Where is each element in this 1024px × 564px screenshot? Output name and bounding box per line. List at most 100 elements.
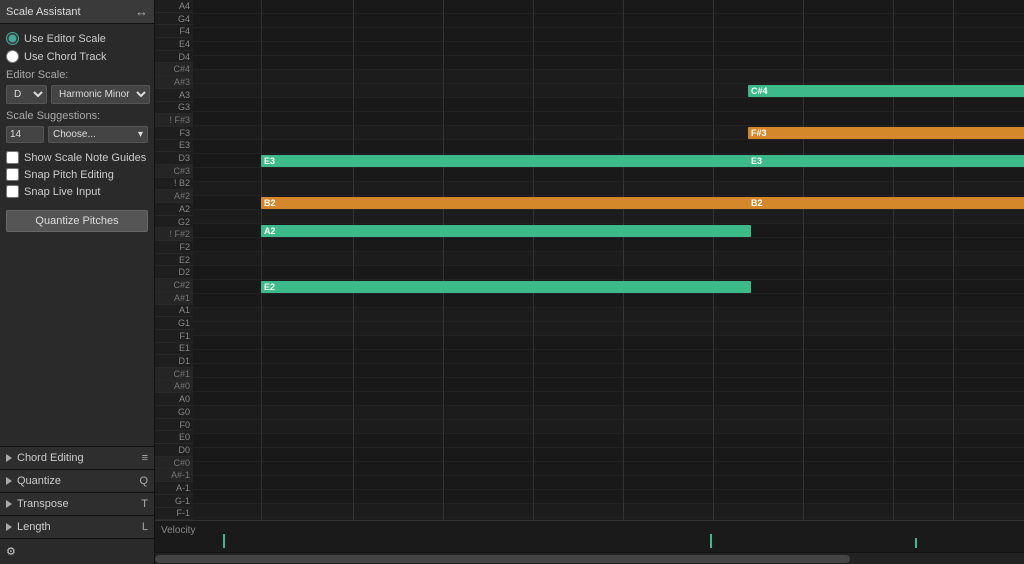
note-label: G2 <box>155 216 193 229</box>
note-label: D3 <box>155 152 193 165</box>
quantize-section: Quantize Q <box>0 469 154 492</box>
transpose-triangle <box>6 500 12 508</box>
grid-row <box>193 266 1024 280</box>
snap-live-row: Snap Live Input <box>6 185 148 198</box>
quantize-title: Quantize <box>6 475 61 487</box>
scale-type-select[interactable]: Harmonic Minor MajorMinorDorian Mixolydi… <box>51 85 150 104</box>
grid-row <box>193 476 1024 490</box>
note-label: G0 <box>155 406 193 419</box>
transpose-title: Transpose <box>6 498 69 510</box>
note-label: F3 <box>155 127 193 140</box>
note-label: G3 <box>155 102 193 115</box>
chord-track-label: Use Chord Track <box>24 51 107 63</box>
panel-title: Scale Assistant <box>6 6 81 18</box>
note-block[interactable]: B2 <box>261 197 751 209</box>
note-label: C#3 <box>155 165 193 178</box>
grid-row <box>193 210 1024 224</box>
note-label: A#2 <box>155 190 193 203</box>
note-label: G1 <box>155 317 193 330</box>
velocity-markers <box>193 528 1024 548</box>
note-label: E4 <box>155 38 193 51</box>
suggestions-label: Scale Suggestions: <box>6 110 148 122</box>
velocity-label: Velocity <box>161 525 195 536</box>
note-label: E0 <box>155 431 193 444</box>
root-note-select[interactable]: DCC#Db EFGAB <box>6 85 47 104</box>
chord-editing-section: Chord Editing ≡ <box>0 446 154 469</box>
transpose-section: Transpose T <box>0 492 154 515</box>
note-label: F4 <box>155 25 193 38</box>
note-label: F-1 <box>155 508 193 521</box>
quantize-key-icon: Q <box>139 475 148 487</box>
quantize-pitches-button[interactable]: Quantize Pitches <box>6 210 148 232</box>
quantize-header[interactable]: Quantize Q <box>0 470 154 492</box>
note-label: A4 <box>155 0 193 13</box>
length-header[interactable]: Length L <box>0 516 154 538</box>
snap-pitch-row: Snap Pitch Editing <box>6 168 148 181</box>
scroll-thumb[interactable] <box>155 555 850 563</box>
grid-row <box>193 168 1024 182</box>
grid-row <box>193 350 1024 364</box>
horizontal-scrollbar[interactable] <box>155 552 1024 564</box>
grid-row <box>193 392 1024 406</box>
grid-row <box>193 490 1024 504</box>
suggestions-choose-btn[interactable]: Choose... ▾ <box>48 126 148 143</box>
panel-header[interactable]: Scale Assistant ↔ <box>0 0 154 24</box>
velocity-tick <box>915 538 917 548</box>
note-label: E1 <box>155 343 193 356</box>
velocity-bar: Velocity <box>155 520 1024 552</box>
note-label: A-1 <box>155 482 193 495</box>
snap-pitch-label: Snap Pitch Editing <box>24 169 114 181</box>
note-label: A#3 <box>155 76 193 89</box>
gear-icon[interactable]: ⚙ <box>6 546 16 558</box>
grid-row <box>193 98 1024 112</box>
panel-collapse-icon[interactable]: ↔ <box>135 4 148 19</box>
panel-body: Use Editor Scale Use Chord Track Editor … <box>0 24 154 446</box>
transpose-header[interactable]: Transpose T <box>0 493 154 515</box>
grid-content: C#4 F#3 E3E3 B2B2 A2 E2 <box>193 0 1024 520</box>
chord-track-radio[interactable] <box>6 50 19 63</box>
suggestions-count-input[interactable] <box>6 126 44 143</box>
note-label: G4 <box>155 13 193 26</box>
editor-scale-radio[interactable] <box>6 32 19 45</box>
chord-editing-triangle <box>6 454 12 462</box>
quantize-label: Quantize <box>17 475 61 487</box>
note-label: D4 <box>155 51 193 64</box>
length-label: Length <box>17 521 51 533</box>
gear-section[interactable]: ⚙ <box>0 538 154 564</box>
note-label: A#0 <box>155 381 193 394</box>
note-label: ! B2 <box>155 178 193 191</box>
show-scale-guides-checkbox[interactable] <box>6 151 19 164</box>
chord-editing-icon: ≡ <box>142 452 148 464</box>
editor-scale-section-label: Editor Scale: <box>6 69 148 81</box>
grid-row <box>193 0 1024 14</box>
velocity-tick <box>223 534 225 548</box>
note-block[interactable]: E3 <box>748 155 1024 167</box>
chord-editing-header[interactable]: Chord Editing ≡ <box>0 447 154 469</box>
grid-row <box>193 462 1024 476</box>
bar-line <box>533 0 534 520</box>
suggestions-btn-label: Choose... <box>53 129 96 140</box>
note-label: D2 <box>155 266 193 279</box>
suggestions-row: Choose... ▾ <box>6 126 148 143</box>
note-block[interactable]: E2 <box>261 281 751 293</box>
snap-live-checkbox[interactable] <box>6 185 19 198</box>
note-block[interactable]: B2 <box>748 197 1024 209</box>
note-block[interactable]: C#4 <box>748 85 1024 97</box>
left-panel: Scale Assistant ↔ Use Editor Scale Use C… <box>0 0 155 564</box>
suggestions-chevron-icon: ▾ <box>138 129 143 140</box>
grid-row <box>193 56 1024 70</box>
note-label: E3 <box>155 140 193 153</box>
bar-line <box>803 0 804 520</box>
note-label: A#1 <box>155 292 193 305</box>
note-block[interactable]: E3 <box>261 155 751 167</box>
grid-row <box>193 140 1024 154</box>
grid-row <box>193 42 1024 56</box>
grid-area[interactable]: C#4 F#3 E3E3 B2B2 A2 E2 <box>193 0 1024 520</box>
grid-row <box>193 420 1024 434</box>
bar-line <box>261 0 262 520</box>
snap-pitch-checkbox[interactable] <box>6 168 19 181</box>
note-block[interactable]: A2 <box>261 225 751 237</box>
note-block[interactable]: F#3 <box>748 127 1024 139</box>
note-label: C#4 <box>155 63 193 76</box>
note-label: C#2 <box>155 279 193 292</box>
